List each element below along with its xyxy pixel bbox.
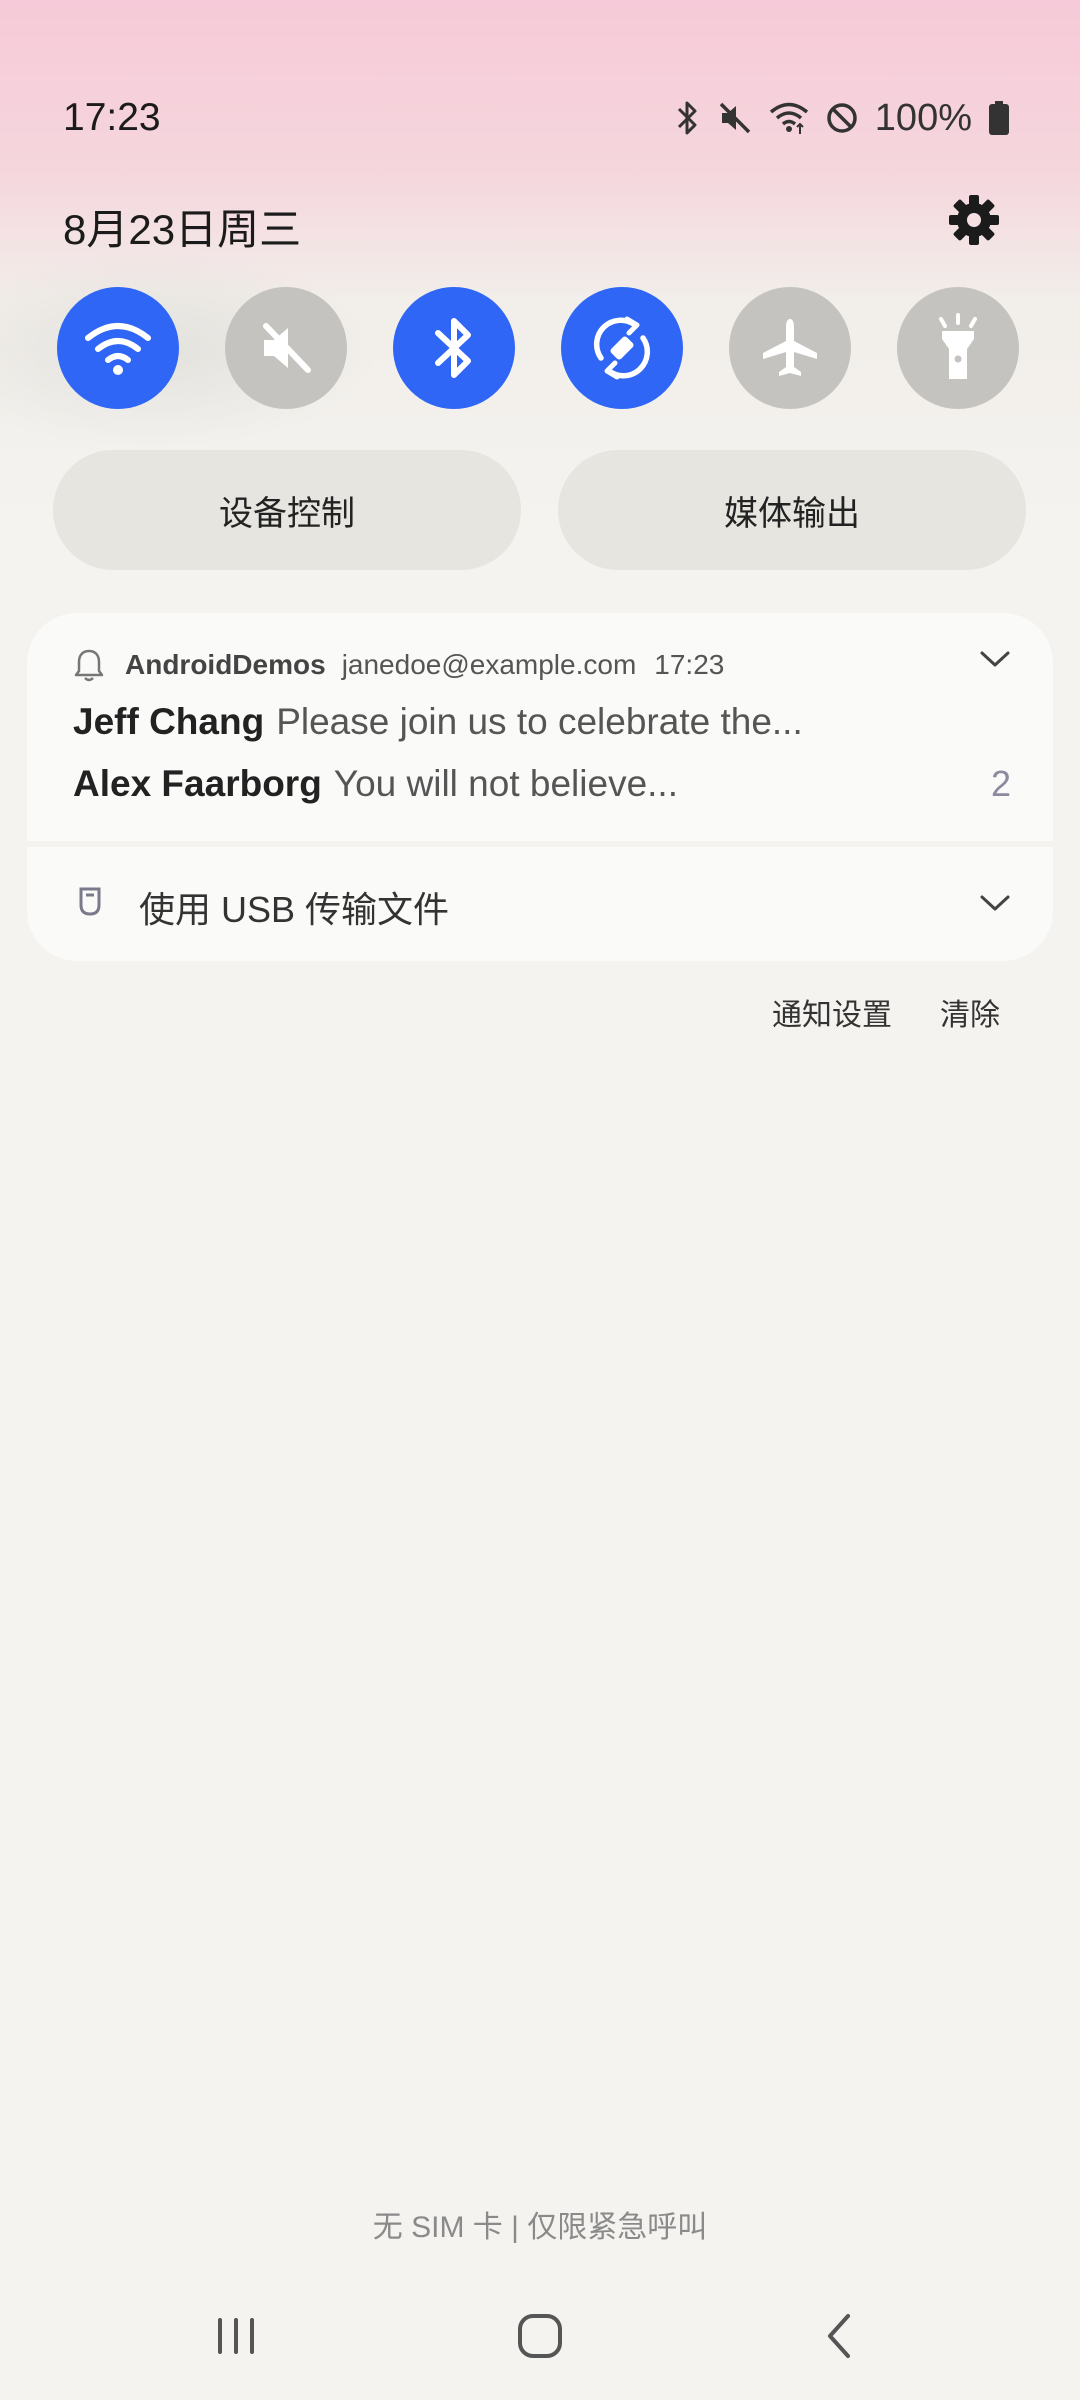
message-text: Please join us to celebrate the... xyxy=(276,701,803,742)
status-icons: 100% xyxy=(675,95,1010,141)
airplane-mode-toggle[interactable] xyxy=(729,287,851,409)
usb-notification-text: 使用 USB 传输文件 xyxy=(139,889,450,930)
bell-icon xyxy=(74,649,104,682)
wifi-toggle[interactable] xyxy=(57,287,179,409)
date: 8月23日周三 xyxy=(63,206,302,253)
message-row: Alex Faarborg You will not believe... xyxy=(73,763,678,805)
sim-status: 无 SIM 卡 | 仅限紧急呼叫 xyxy=(372,2211,708,2244)
wifi-status-icon xyxy=(769,102,808,134)
sound-toggle[interactable] xyxy=(225,287,347,409)
chevron-down-icon[interactable] xyxy=(979,893,1011,913)
bluetooth-toggle[interactable] xyxy=(393,287,515,409)
device-control-button[interactable]: 设备控制 xyxy=(53,450,521,570)
wifi-icon xyxy=(85,323,151,375)
bluetooth-icon xyxy=(435,318,471,378)
no-sim-icon xyxy=(827,103,857,133)
home-icon[interactable] xyxy=(512,2308,568,2364)
clear-button[interactable]: 清除 xyxy=(940,990,1000,1034)
notification-card[interactable]: AndroidDemos janedoe@example.com 17:23 J… xyxy=(27,613,1053,841)
flashlight-toggle[interactable] xyxy=(897,287,1019,409)
battery-icon xyxy=(989,101,1009,135)
message-text: You will not believe... xyxy=(333,763,678,804)
message-sender: Alex Faarborg xyxy=(73,763,322,804)
auto-rotate-toggle[interactable] xyxy=(561,287,683,409)
usb-icon xyxy=(79,887,101,916)
media-output-button[interactable]: 媒体输出 xyxy=(558,450,1026,570)
auto-rotate-icon xyxy=(593,316,651,380)
message-row: Jeff Chang Please join us to celebrate th… xyxy=(73,701,803,743)
mute-status-icon xyxy=(719,102,751,134)
usb-notification-card[interactable]: 使用 USB 传输文件 xyxy=(27,847,1053,961)
notification-header: AndroidDemos janedoe@example.com 17:23 xyxy=(73,647,724,683)
settings-gear-icon[interactable] xyxy=(946,192,1002,248)
flashlight-icon xyxy=(939,313,977,379)
bluetooth-status-icon xyxy=(677,101,697,135)
chevron-down-icon[interactable] xyxy=(979,649,1011,669)
notification-app-name: AndroidDemos xyxy=(125,649,326,680)
recent-apps-icon[interactable] xyxy=(212,2308,260,2364)
status-time: 17:23 xyxy=(63,96,161,139)
back-icon[interactable] xyxy=(816,2308,864,2364)
notification-account: janedoe@example.com xyxy=(341,649,637,680)
message-sender: Jeff Chang xyxy=(73,701,265,742)
message-count: 2 xyxy=(990,763,1011,804)
mute-icon xyxy=(263,323,311,373)
battery-percentage: 100% xyxy=(874,96,972,139)
notification-time: 17:23 xyxy=(654,649,725,680)
airplane-icon xyxy=(763,319,817,376)
notification-settings-button[interactable]: 通知设置 xyxy=(772,990,892,1034)
